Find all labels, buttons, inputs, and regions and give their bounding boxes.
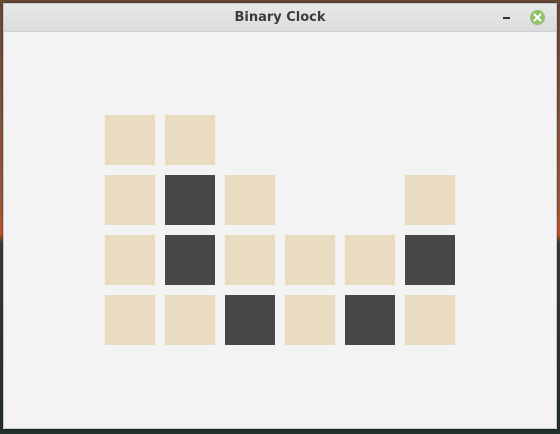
minimize-button[interactable]: [499, 9, 515, 25]
bit-cell-off: [165, 115, 215, 165]
bit-cell-on: [345, 295, 395, 345]
bit-cell-off: [285, 295, 335, 345]
window-title: Binary Clock: [234, 10, 326, 25]
bit-cell-off: [285, 235, 335, 285]
bit-cell-on: [405, 235, 455, 285]
bit-cell-on: [165, 175, 215, 225]
close-icon: [533, 13, 542, 22]
bit-cell-on: [165, 235, 215, 285]
title-bar[interactable]: Binary Clock: [4, 4, 556, 32]
bit-cell-off: [105, 115, 155, 165]
minimize-icon: [503, 17, 510, 19]
bit-cell-on: [225, 295, 275, 345]
bit-cell-off: [105, 295, 155, 345]
bit-cell-off: [225, 175, 275, 225]
bit-cell-off: [405, 295, 455, 345]
window-content: [4, 32, 556, 428]
binary-clock-grid: [105, 115, 465, 355]
bit-cell-off: [225, 235, 275, 285]
bit-cell-off: [105, 235, 155, 285]
close-button[interactable]: [530, 10, 545, 25]
bit-cell-off: [165, 295, 215, 345]
bit-cell-off: [345, 235, 395, 285]
bit-cell-off: [405, 175, 455, 225]
bit-cell-off: [105, 175, 155, 225]
binary-clock-window: Binary Clock: [3, 3, 557, 429]
